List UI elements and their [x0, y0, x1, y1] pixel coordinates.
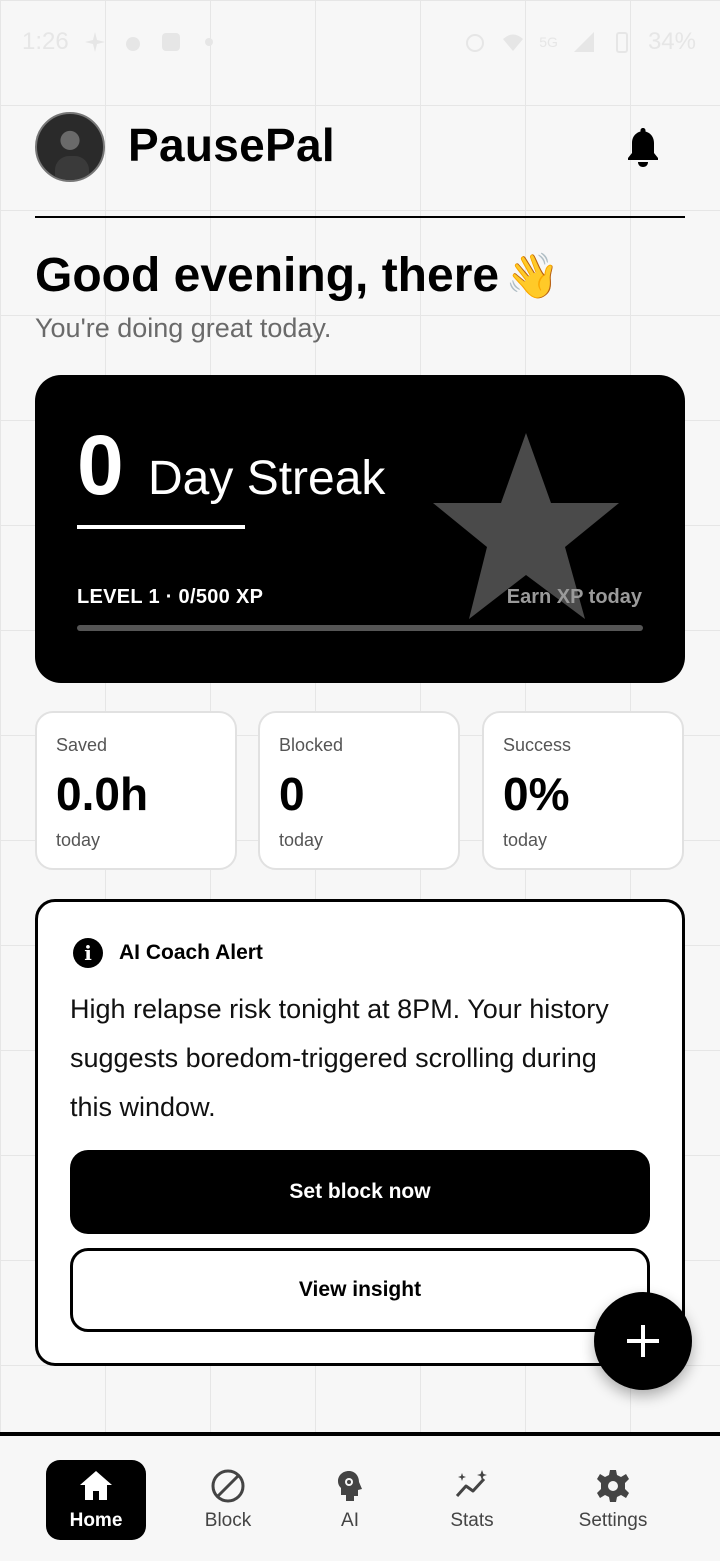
stat-card-saved[interactable]: Saved 0.0h today [35, 711, 237, 870]
stat-period: today [56, 830, 101, 850]
stat-card-blocked[interactable]: Blocked 0 today [258, 711, 460, 870]
streak-label: Day Streak [148, 452, 386, 505]
status-bar: 1:26 5G 34% [0, 0, 720, 88]
greeting-subtitle: You're doing great today. [35, 313, 332, 343]
stat-value: 0.0h [56, 768, 149, 820]
nav-label: Block [204, 1510, 252, 1531]
avatar[interactable] [35, 112, 105, 182]
bell-icon[interactable] [625, 126, 661, 168]
view-insight-button[interactable]: View insight [70, 1248, 650, 1332]
greeting-title: Good evening, there 👋 [35, 248, 560, 303]
battery-icon [615, 32, 628, 53]
battery-percent: 34% [647, 28, 696, 55]
notification-icon [125, 37, 140, 51]
status-time: 1:26 [22, 28, 69, 55]
streak-days: 0 [77, 418, 124, 512]
app-header: PausePal [35, 112, 685, 184]
stat-period: today [279, 830, 324, 850]
coach-header: i AI Coach Alert [73, 938, 263, 968]
stat-value: 0 [279, 768, 305, 820]
earn-xp-text: Earn XP today [506, 586, 642, 608]
nav-item-ai[interactable]: AI [300, 1460, 400, 1540]
stats-icon [455, 1470, 487, 1498]
stat-period: today [503, 830, 548, 850]
stat-value: 0% [503, 768, 570, 820]
next-section-heading-clipped [35, 1410, 685, 1432]
gear-icon [597, 1470, 629, 1502]
block-icon [211, 1469, 245, 1503]
home-icon [80, 1471, 112, 1500]
nav-item-block[interactable]: Block [178, 1460, 278, 1540]
coach-title: AI Coach Alert [119, 941, 263, 964]
status-right: 5G 34% [463, 28, 696, 56]
xp-progress-bar [77, 625, 643, 631]
stat-label: Saved [56, 735, 108, 755]
wifi-icon [503, 34, 524, 51]
status-left: 1:26 [22, 28, 221, 56]
avatar-bust [55, 156, 89, 180]
level-text: LEVEL 1 · 0/500 XP [77, 586, 264, 608]
network-type: 5G [539, 34, 558, 50]
signal-icon [573, 32, 594, 52]
nav-item-stats[interactable]: Stats [422, 1460, 522, 1540]
nav-item-settings[interactable]: Settings [563, 1460, 663, 1540]
stat-card-success[interactable]: Success 0% today [482, 711, 684, 870]
ai-brain-icon [338, 1471, 362, 1501]
dot-icon [204, 38, 213, 46]
coach-message: High relapse risk tonight at 8PM. Your h… [70, 994, 609, 1122]
sparkle-icon [84, 32, 105, 52]
header-divider [35, 216, 685, 218]
streak-underline [77, 525, 245, 529]
greeting-text: Good evening, there [35, 249, 500, 302]
app-icon [161, 33, 180, 51]
stat-label: Success [503, 735, 572, 755]
bottom-nav: Home Block AI Stats Settings [0, 1432, 720, 1561]
info-icon: i [73, 938, 103, 968]
nav-label: AI [341, 1510, 359, 1531]
alarm-icon [466, 34, 485, 52]
nav-label: Settings [578, 1510, 648, 1531]
set-block-button[interactable]: Set block now [70, 1150, 650, 1234]
app-title: PausePal [128, 119, 335, 171]
ai-coach-card: i AI Coach Alert High relapse risk tonig… [35, 899, 685, 1366]
wave-emoji: 👋 [505, 252, 560, 301]
nav-label: Stats [450, 1510, 494, 1531]
nav-item-home[interactable]: Home [46, 1460, 146, 1540]
stat-label: Blocked [279, 735, 344, 755]
nav-label: Home [69, 1510, 123, 1531]
streak-card[interactable]: 0 Day Streak LEVEL 1 · 0/500 XP Earn XP … [35, 375, 685, 683]
add-fab-button[interactable] [594, 1292, 692, 1390]
plus-icon [627, 1325, 659, 1357]
